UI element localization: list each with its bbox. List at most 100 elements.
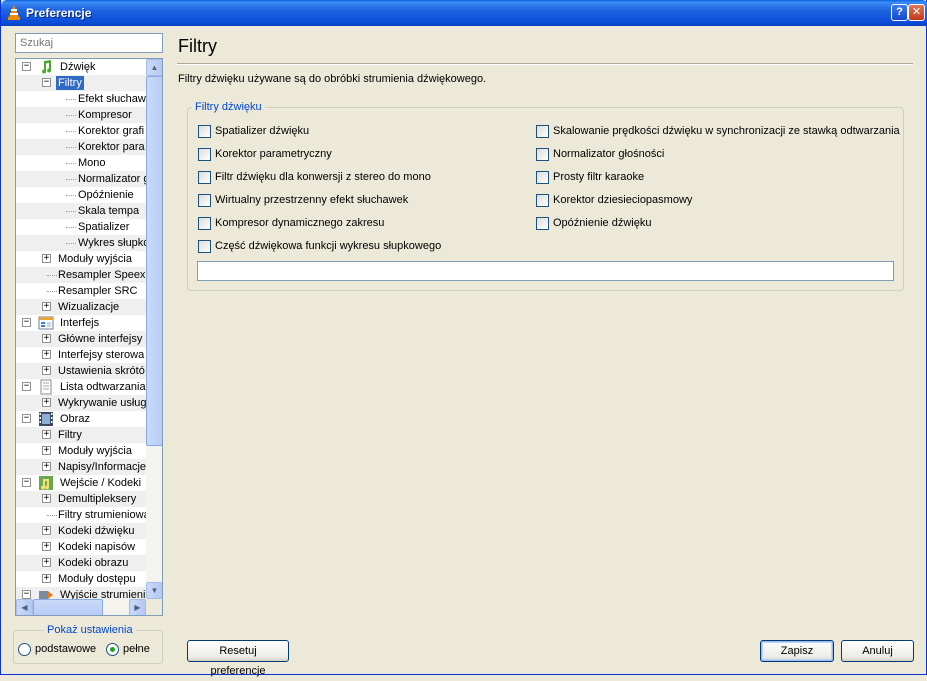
- tree-item[interactable]: Normalizator g: [16, 171, 146, 187]
- tree-item[interactable]: − Wyjście strumieni: [16, 587, 146, 599]
- tree-item[interactable]: + Demultipleksery: [16, 491, 146, 507]
- checkbox-label[interactable]: Wirtualny przestrzenny efekt słuchawek: [215, 194, 408, 207]
- collapse-icon[interactable]: −: [22, 382, 31, 391]
- tree-item[interactable]: + Napisy/Informacje: [16, 459, 146, 475]
- checkbox-label[interactable]: Filtr dźwięku dla konwersji z stereo do …: [215, 171, 431, 184]
- tree-item[interactable]: + Kodeki napisów: [16, 539, 146, 555]
- tree-item[interactable]: Resampler SRC: [16, 283, 146, 299]
- expand-icon[interactable]: +: [42, 302, 51, 311]
- collapse-icon[interactable]: −: [22, 414, 31, 423]
- tree-item[interactable]: Filtry strumieniowa: [16, 507, 146, 523]
- tree-item[interactable]: Kompresor: [16, 107, 146, 123]
- expand-icon[interactable]: +: [42, 494, 51, 503]
- reset-preferences-button[interactable]: Resetuj preferencje: [187, 640, 289, 677]
- filter-text-field[interactable]: [197, 261, 894, 281]
- expand-icon[interactable]: +: [42, 526, 51, 535]
- tree-item[interactable]: + Moduły dostępu: [16, 571, 146, 587]
- tree-item[interactable]: − Interfejs: [16, 315, 146, 331]
- checkbox-label[interactable]: Prosty filtr karaoke: [553, 171, 644, 184]
- radio-basic[interactable]: [18, 643, 31, 656]
- tree-horizontal-scrollbar[interactable]: ◀ ▶: [16, 599, 146, 615]
- tree-item[interactable]: − Dźwięk: [16, 59, 146, 75]
- checkbox-box[interactable]: [536, 125, 549, 138]
- checkbox-label[interactable]: Opóźnienie dźwięku: [553, 217, 651, 230]
- tree-item[interactable]: − Obraz: [16, 411, 146, 427]
- tree-item[interactable]: Spatializer: [16, 219, 146, 235]
- expand-icon[interactable]: +: [42, 334, 51, 343]
- tree-item[interactable]: − Filtry: [16, 75, 146, 91]
- checkbox-box[interactable]: [536, 148, 549, 161]
- checkbox-label[interactable]: Normalizator głośności: [553, 148, 664, 161]
- checkbox-box[interactable]: [198, 194, 211, 207]
- tree-item[interactable]: Skala tempa: [16, 203, 146, 219]
- tree-item[interactable]: − Wejście / Kodeki: [16, 475, 146, 491]
- tree-item[interactable]: + Kodeki dźwięku: [16, 523, 146, 539]
- checkbox-box[interactable]: [198, 240, 211, 253]
- tree-item[interactable]: Mono: [16, 155, 146, 171]
- cancel-button[interactable]: Anuluj: [841, 640, 914, 662]
- tree-item[interactable]: Korektor grafi: [16, 123, 146, 139]
- scroll-left-arrow-icon[interactable]: ◀: [16, 599, 33, 615]
- tree-item[interactable]: Opóźnienie: [16, 187, 146, 203]
- tree-item[interactable]: + Kodeki obrazu: [16, 555, 146, 571]
- checkbox-box[interactable]: [198, 125, 211, 138]
- collapse-icon[interactable]: −: [22, 478, 31, 487]
- expand-icon[interactable]: +: [42, 366, 51, 375]
- checkbox-box[interactable]: [198, 148, 211, 161]
- expand-icon[interactable]: +: [42, 254, 51, 263]
- expand-icon[interactable]: +: [42, 398, 51, 407]
- scroll-up-arrow-icon[interactable]: ▲: [146, 59, 162, 76]
- checkbox-box[interactable]: [198, 171, 211, 184]
- horizontal-scroll-thumb[interactable]: [33, 599, 103, 615]
- checkbox-box[interactable]: [536, 217, 549, 230]
- category-tree[interactable]: − Dźwięk − Filtry Efekt słuchaw Kompresor Kore…: [15, 58, 163, 616]
- tree-item[interactable]: Wykres słupko: [16, 235, 146, 251]
- expand-icon[interactable]: +: [42, 446, 51, 455]
- tree-item[interactable]: + Moduły wyjścia: [16, 251, 146, 267]
- tree-item[interactable]: + Wykrywanie usług: [16, 395, 146, 411]
- collapse-icon[interactable]: −: [22, 62, 31, 71]
- radio-full-label[interactable]: pełne: [123, 643, 150, 655]
- checkbox-label[interactable]: Kompresor dynamicznego zakresu: [215, 217, 384, 230]
- radio-basic-label[interactable]: podstawowe: [35, 643, 96, 655]
- checkbox-box[interactable]: [536, 171, 549, 184]
- checkbox-box[interactable]: [198, 217, 211, 230]
- tree-item[interactable]: + Ustawienia skrótó: [16, 363, 146, 379]
- vertical-scroll-thumb[interactable]: [146, 76, 162, 446]
- title-divider: [177, 63, 913, 65]
- checkbox-label[interactable]: Korektor parametryczny: [215, 148, 332, 161]
- tree-item[interactable]: Efekt słuchaw: [16, 91, 146, 107]
- collapse-icon[interactable]: −: [22, 590, 31, 599]
- collapse-icon[interactable]: −: [22, 318, 31, 327]
- expand-icon[interactable]: +: [42, 350, 51, 359]
- radio-full[interactable]: [106, 643, 119, 656]
- tree-item[interactable]: + Interfejsy sterowa: [16, 347, 146, 363]
- tree-item-label: Skala tempa: [78, 205, 140, 217]
- tree-connector: [66, 179, 76, 180]
- tree-item[interactable]: Resampler Speex: [16, 267, 146, 283]
- expand-icon[interactable]: +: [42, 430, 51, 439]
- search-input[interactable]: [15, 33, 163, 53]
- save-button[interactable]: Zapisz: [760, 640, 834, 662]
- expand-icon[interactable]: +: [42, 542, 51, 551]
- expand-icon[interactable]: +: [42, 574, 51, 583]
- scroll-right-arrow-icon[interactable]: ▶: [129, 599, 146, 615]
- tree-item[interactable]: − Lista odtwarzania: [16, 379, 146, 395]
- checkbox-box[interactable]: [536, 194, 549, 207]
- checkbox-label[interactable]: Korektor dziesieciopasmowy: [553, 194, 692, 207]
- tree-vertical-scrollbar[interactable]: ▲ ▼: [146, 59, 162, 599]
- expand-icon[interactable]: +: [42, 558, 51, 567]
- tree-item[interactable]: + Filtry: [16, 427, 146, 443]
- tree-item[interactable]: + Moduły wyjścia: [16, 443, 146, 459]
- checkbox-label[interactable]: Spatializer dźwięku: [215, 125, 309, 138]
- scroll-down-arrow-icon[interactable]: ▼: [146, 582, 162, 599]
- tree-item[interactable]: Korektor para: [16, 139, 146, 155]
- close-button[interactable]: ✕: [908, 4, 925, 21]
- collapse-icon[interactable]: −: [42, 78, 51, 87]
- help-button[interactable]: ?: [891, 4, 908, 21]
- tree-item[interactable]: + Główne interfejsy: [16, 331, 146, 347]
- tree-item[interactable]: + Wizualizacje: [16, 299, 146, 315]
- expand-icon[interactable]: +: [42, 462, 51, 471]
- checkbox-label[interactable]: Skalowanie prędkości dźwięku w synchroni…: [553, 125, 900, 138]
- checkbox-label[interactable]: Część dźwiękowa funkcji wykresu słupkowe…: [215, 240, 441, 253]
